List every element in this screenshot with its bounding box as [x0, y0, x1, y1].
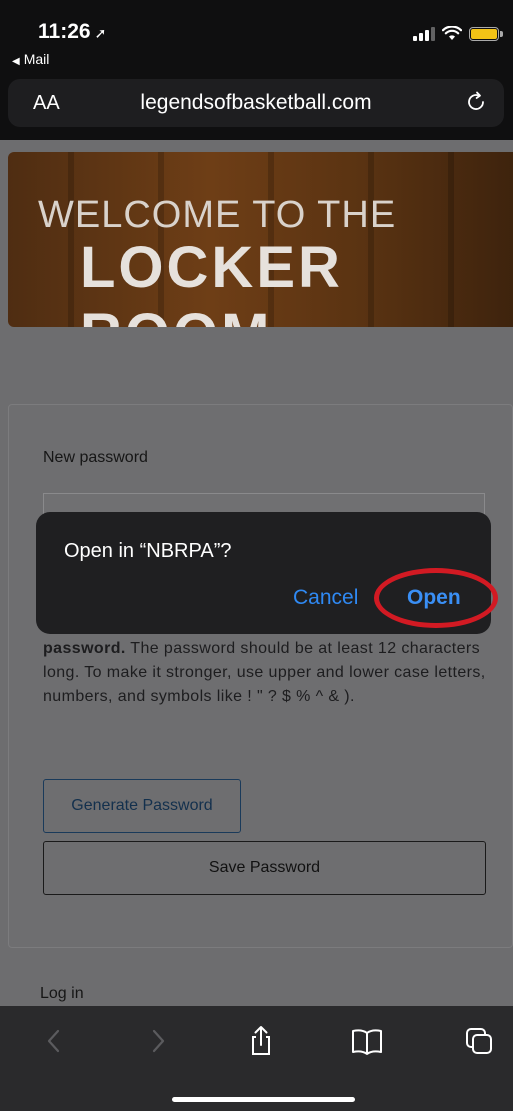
back-triangle-icon: ◀: [12, 56, 20, 67]
url-text[interactable]: legendsofbasketball.com: [8, 91, 504, 115]
location-arrow-icon: ➚: [94, 25, 107, 41]
battery-icon: [469, 26, 503, 41]
browser-bottom-toolbar: [0, 1006, 513, 1111]
back-chevron-icon[interactable]: [38, 1024, 72, 1058]
back-to-app-link[interactable]: ◀ Mail: [12, 51, 49, 67]
address-bar[interactable]: AA legendsofbasketball.com: [8, 79, 504, 127]
banner-line-1: WELCOME TO THE: [38, 194, 397, 236]
generate-password-button[interactable]: Generate Password: [43, 779, 241, 833]
bookmarks-icon[interactable]: [350, 1024, 384, 1058]
forward-chevron-icon[interactable]: [140, 1024, 174, 1058]
password-reset-card: New password password. The password shou…: [8, 404, 513, 948]
signal-icon: [413, 26, 435, 41]
dialog-title: Open in “NBRPA”?: [64, 540, 232, 562]
home-indicator: [172, 1097, 355, 1102]
annotation-circle: [374, 568, 498, 628]
reload-icon[interactable]: [464, 90, 488, 114]
banner-line-2: LOCKER ROOM: [80, 235, 343, 327]
password-hint: password. The password should be at leas…: [43, 640, 486, 705]
status-icons: [413, 26, 503, 41]
log-in-link[interactable]: Log in: [40, 985, 84, 1003]
tabs-icon[interactable]: [462, 1024, 496, 1058]
save-password-button[interactable]: Save Password: [43, 841, 486, 895]
locker-room-banner: WELCOME TO THE LOCKER ROOM: [8, 152, 513, 327]
new-password-label: New password: [43, 449, 148, 466]
wifi-icon: [442, 26, 462, 40]
status-time: 11:26 ➚: [38, 20, 107, 43]
dialog-cancel-button[interactable]: Cancel: [293, 586, 358, 610]
share-icon[interactable]: [244, 1024, 278, 1058]
browser-top-bar: 11:26 ➚ ◀ Mail AA legendsofbasketball.com: [0, 0, 513, 140]
